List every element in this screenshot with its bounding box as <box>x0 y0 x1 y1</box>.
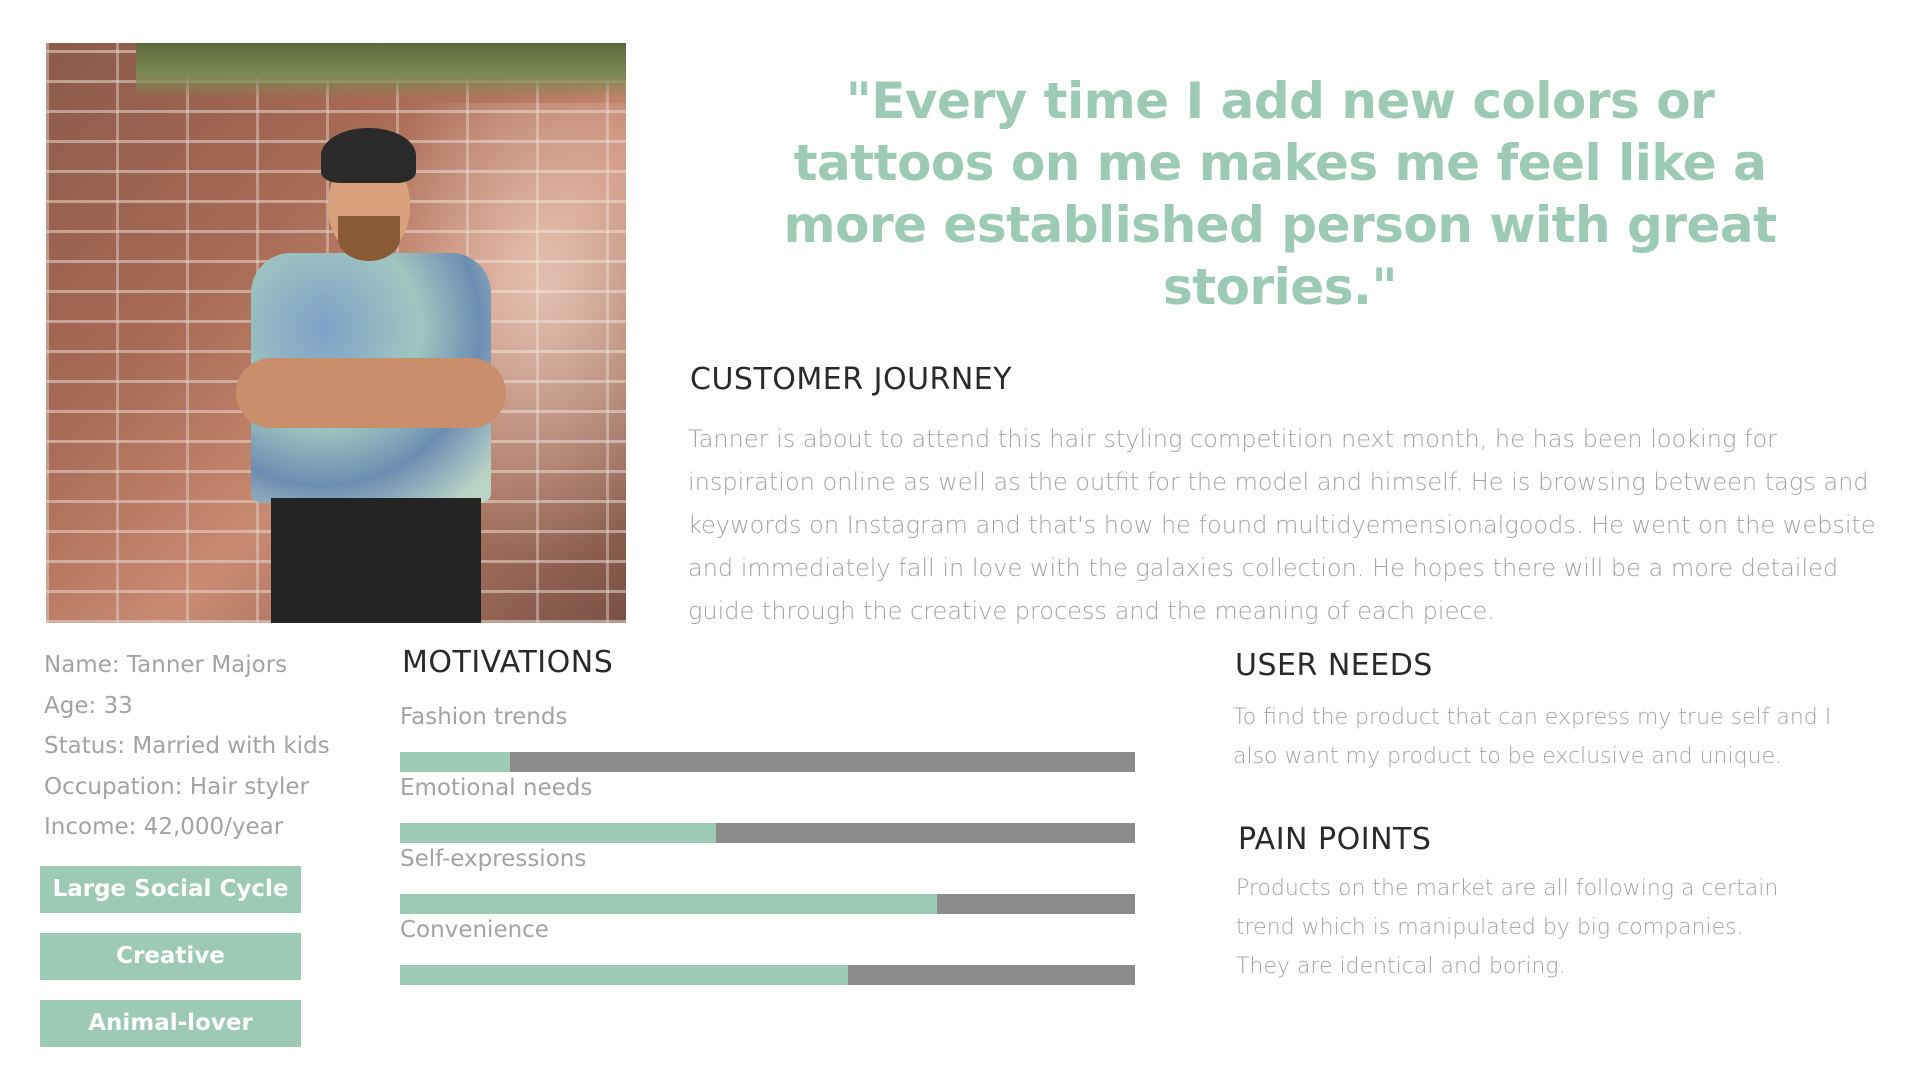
motivation-bar-fill <box>400 894 937 914</box>
profile-age: Age: 33 <box>44 692 133 719</box>
trait-tag-large-social-cycle: Large Social Cycle <box>40 866 301 913</box>
user-needs-title: USER NEEDS <box>1235 648 1433 683</box>
profile-details: Name: Tanner Majors Age: 33 Status: Marr… <box>44 645 344 848</box>
persona-figure <box>236 128 516 623</box>
motivation-bar-fill <box>400 965 849 985</box>
motivation-bar <box>400 894 1135 914</box>
motivation-bar-fill <box>400 752 511 772</box>
motivation-bar <box>400 823 1135 843</box>
profile-occupation: Occupation: Hair styler <box>44 773 309 800</box>
profile-status: Status: Married with kids <box>44 733 330 759</box>
profile-name: Name: Tanner Majors <box>44 652 288 678</box>
motivation-label: Self-expressions <box>400 846 587 872</box>
persona-photo <box>46 43 626 623</box>
persona-quote: "Every time I add new colors or tattoos … <box>783 72 1778 316</box>
motivation-bar-fill <box>400 823 717 843</box>
user-needs-text: To find the product that can express my … <box>1233 705 1832 769</box>
motivation-item: Convenience <box>400 915 1135 985</box>
moss-ledge <box>136 43 626 98</box>
motivation-label: Convenience <box>400 917 549 943</box>
motivation-item: Self-expressions <box>400 844 1135 914</box>
motivation-item: Emotional needs <box>400 773 1135 843</box>
motivation-label: Emotional needs <box>400 775 593 801</box>
trait-tag-creative: Creative <box>40 933 301 980</box>
pain-points-title: PAIN POINTS <box>1238 822 1432 857</box>
customer-journey-text: Tanner is about to attend this hair styl… <box>688 425 1876 625</box>
motivation-bar <box>400 965 1135 985</box>
cap <box>321 128 416 183</box>
motivations-title: MOTIVATIONS <box>402 645 614 680</box>
dark-pants <box>271 498 481 623</box>
beard <box>338 216 400 261</box>
profile-income: Income: 42,000/year <box>44 814 284 840</box>
customer-journey-title: CUSTOMER JOURNEY <box>690 362 1013 397</box>
trait-tag-animal-lover: Animal-lover <box>40 1000 301 1047</box>
motivation-label: Fashion trends <box>400 704 568 730</box>
pain-points-text: Products on the market are all following… <box>1236 876 1779 979</box>
motivation-item: Fashion trends <box>400 702 1135 772</box>
crossed-arms <box>236 358 506 428</box>
motivation-bar <box>400 752 1135 772</box>
